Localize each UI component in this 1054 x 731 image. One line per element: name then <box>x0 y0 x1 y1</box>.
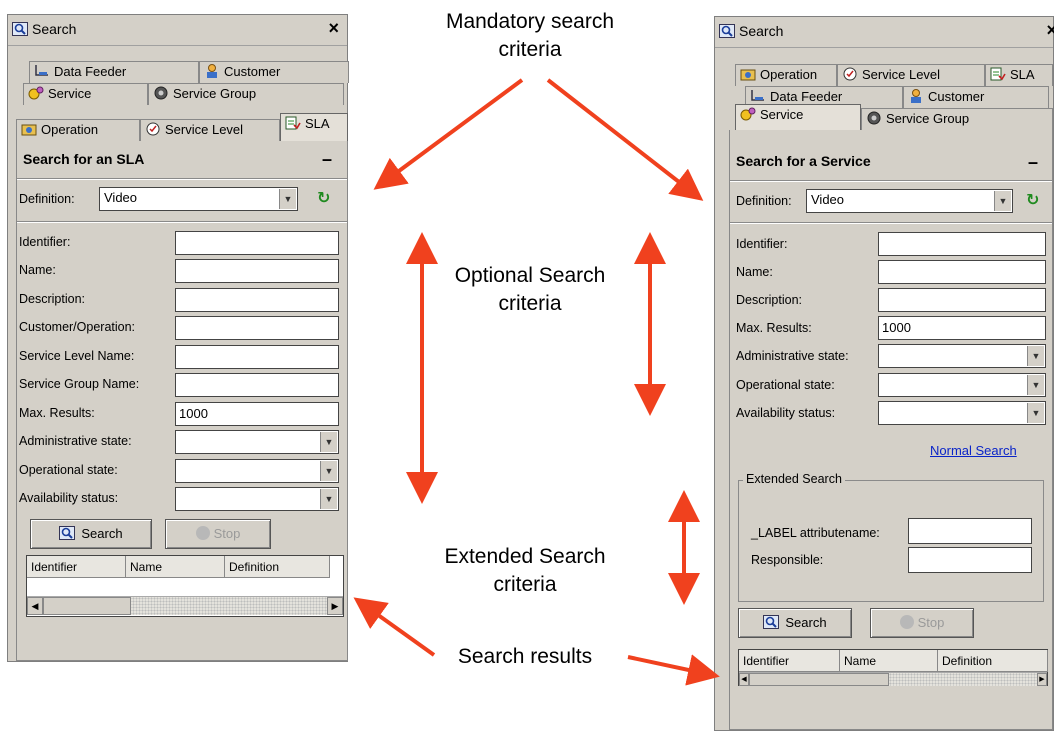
arrow-mandatory-right <box>546 78 704 201</box>
arrow-results-left <box>353 597 436 657</box>
arrow-results-right <box>627 654 720 686</box>
annotation-arrows <box>353 78 720 686</box>
arrow-mandatory-left <box>373 78 524 190</box>
